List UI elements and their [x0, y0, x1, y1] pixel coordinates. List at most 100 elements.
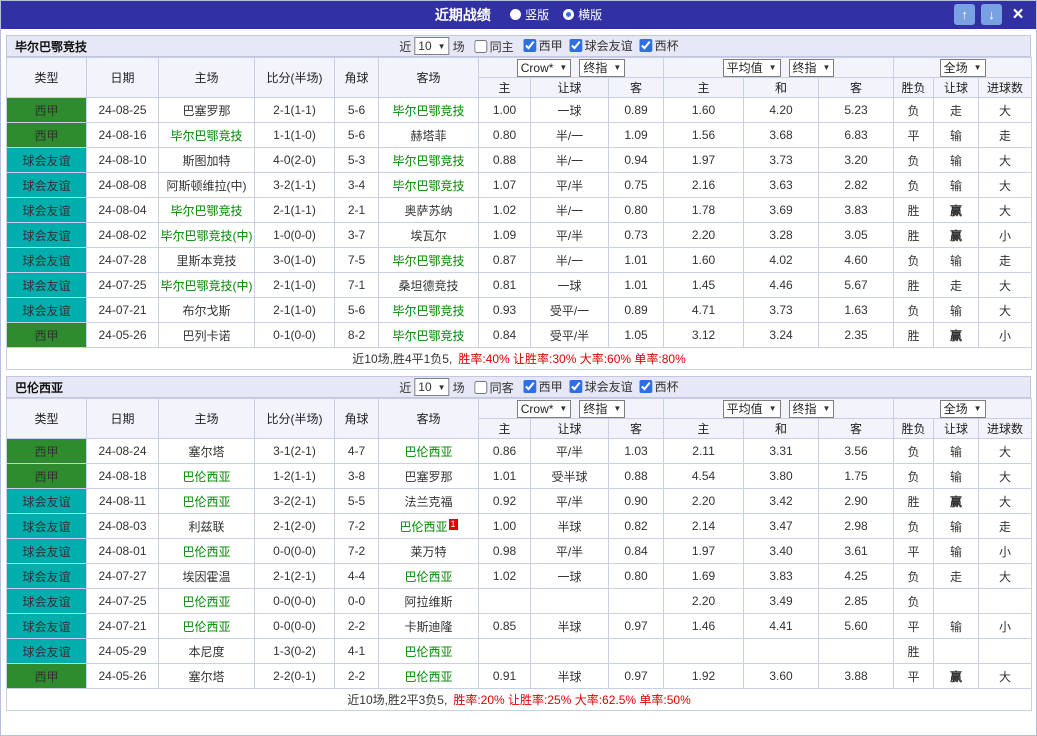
team-name-link[interactable]: 毕尔巴鄂竞技 [392, 104, 464, 118]
view-option[interactable]: 横版 [563, 6, 602, 23]
avg-draw-cell: 3.24 [743, 322, 820, 348]
checkbox-input[interactable] [569, 380, 583, 393]
result-cell: 平 [893, 538, 935, 564]
team-name-link[interactable]: 利兹联 [188, 520, 224, 534]
team-name-link[interactable]: 赫塔菲 [410, 129, 446, 143]
goals-result-cell: 大 [978, 97, 1033, 123]
same-venue-checkbox[interactable]: 同客 [474, 379, 514, 396]
league-filter-group: 西甲 球会友谊 西杯 [517, 378, 679, 396]
date-cell: 24-07-28 [86, 247, 159, 273]
team-name-link[interactable]: 巴塞罗那 [404, 470, 452, 484]
match-count-select[interactable]: 10 ▼ [414, 37, 450, 55]
team-name-link[interactable]: 本尼度 [188, 645, 224, 659]
team-name-link[interactable]: 巴伦西亚 [404, 645, 452, 659]
team-name-link[interactable]: 奥萨苏纳 [404, 204, 452, 218]
checkbox-input[interactable] [639, 39, 653, 52]
checkbox-input[interactable] [474, 39, 488, 53]
move-down-button[interactable]: ↓ [981, 4, 1002, 25]
checkbox-input[interactable] [639, 380, 653, 393]
team-name-link[interactable]: 巴伦西亚 [404, 570, 452, 584]
team-name-link[interactable]: 巴伦西亚 [399, 520, 447, 534]
odds-away-cell [607, 588, 665, 614]
team-name-link[interactable]: 斯图加特 [182, 154, 230, 168]
odds-home-cell: 0.84 [478, 322, 531, 348]
odds-away-cell: 0.80 [607, 197, 665, 223]
avg-draw-cell: 3.68 [743, 122, 820, 148]
checkbox-input[interactable] [523, 380, 537, 393]
team-name-link[interactable]: 毕尔巴鄂竞技 [392, 154, 464, 168]
team-name-link[interactable]: 莱万特 [410, 545, 446, 559]
avg-home-cell: 2.20 [663, 488, 745, 514]
team-name-link[interactable]: 毕尔巴鄂竞技 [392, 329, 464, 343]
team-name-link[interactable]: 布尔戈斯 [182, 304, 230, 318]
goals-result-cell: 大 [978, 197, 1033, 223]
odds-source-select[interactable]: Crow* ▼ [516, 58, 572, 77]
checkbox-input[interactable] [523, 39, 537, 52]
team-name-link[interactable]: 巴伦西亚 [182, 545, 230, 559]
match-count-select[interactable]: 10 ▼ [414, 378, 450, 396]
avg-away-cell: 3.20 [818, 147, 895, 173]
checkbox-input[interactable] [569, 39, 583, 52]
average-final-select[interactable]: 终指 ▼ [788, 58, 835, 77]
league-filter-checkbox[interactable]: 西杯 [639, 378, 679, 395]
away-team-cell: 毕尔巴鄂竞技 [378, 297, 479, 323]
team-name-link[interactable]: 桑坦德竞技 [398, 279, 458, 293]
match-type-badge: 球会友谊 [6, 513, 87, 539]
league-filter-checkbox[interactable]: 西甲 [523, 37, 563, 54]
match-type-badge: 球会友谊 [6, 588, 87, 614]
match-type-badge: 球会友谊 [6, 222, 87, 248]
odds-final-select[interactable]: 终指 ▼ [579, 399, 626, 418]
team-name-link[interactable]: 巴伦西亚 [404, 670, 452, 684]
team-name-link[interactable]: 毕尔巴鄂竞技 [392, 179, 464, 193]
view-option[interactable]: 竖版 [510, 6, 549, 23]
column-header: 比分(半场) [254, 398, 335, 439]
team-name-link[interactable]: 毕尔巴鄂竞技(中) [161, 229, 253, 243]
team-name-link[interactable]: 埃因霍温 [182, 570, 230, 584]
odds-source-select[interactable]: Crow* ▼ [516, 399, 572, 418]
same-venue-checkbox[interactable]: 同主 [474, 38, 514, 55]
league-filter-checkbox[interactable]: 西甲 [523, 378, 563, 395]
corner-cell: 3-7 [334, 222, 379, 248]
team-name-link[interactable]: 毕尔巴鄂竞技 [392, 304, 464, 318]
away-team-cell: 法兰克福 [378, 488, 479, 514]
corner-cell: 2-2 [334, 613, 379, 639]
average-select[interactable]: 平均值 ▼ [722, 58, 781, 77]
team-name-link[interactable]: 法兰克福 [404, 495, 452, 509]
team-name-link[interactable]: 巴伦西亚 [182, 620, 230, 634]
team-name-link[interactable]: 毕尔巴鄂竞技(中) [161, 279, 253, 293]
average-select[interactable]: 平均值 ▼ [722, 399, 781, 418]
team-name-link[interactable]: 毕尔巴鄂竞技 [392, 254, 464, 268]
team-name-link[interactable]: 巴伦西亚 [182, 595, 230, 609]
section-header: 毕尔巴鄂竞技 近 10 ▼ 场 同主 西甲 球会友谊 西杯 [6, 35, 1031, 57]
scope-select[interactable]: 全场 ▼ [939, 58, 986, 77]
team-name-link[interactable]: 埃瓦尔 [410, 229, 446, 243]
checkbox-input[interactable] [474, 380, 488, 394]
odds-final-select[interactable]: 终指 ▼ [579, 58, 626, 77]
average-final-select[interactable]: 终指 ▼ [788, 399, 835, 418]
date-cell: 24-07-25 [86, 272, 159, 298]
scope-select[interactable]: 全场 ▼ [939, 399, 986, 418]
home-team-cell: 斯图加特 [158, 147, 255, 173]
team-name-link[interactable]: 巴伦西亚 [404, 445, 452, 459]
close-icon[interactable]: × [1008, 4, 1028, 25]
league-filter-checkbox[interactable]: 球会友谊 [569, 37, 633, 54]
team-name-link[interactable]: 阿斯顿维拉(中) [167, 179, 247, 193]
team-name-link[interactable]: 巴伦西亚 [182, 495, 230, 509]
team-name-link[interactable]: 巴伦西亚 [182, 470, 230, 484]
team-name-link[interactable]: 里斯本竞技 [176, 254, 236, 268]
avg-home-cell: 1.46 [663, 613, 745, 639]
team-name-link[interactable]: 塞尔塔 [188, 445, 224, 459]
score-cell: 0-0(0-0) [254, 538, 335, 564]
team-name-link[interactable]: 毕尔巴鄂竞技 [170, 129, 242, 143]
league-filter-checkbox[interactable]: 球会友谊 [569, 378, 633, 395]
league-filter-checkbox[interactable]: 西杯 [639, 37, 679, 54]
move-up-button[interactable]: ↑ [954, 4, 975, 25]
team-name-link[interactable]: 巴列卡诺 [182, 329, 230, 343]
home-team-cell: 毕尔巴鄂竞技(中) [158, 272, 255, 298]
team-name-link[interactable]: 毕尔巴鄂竞技 [170, 204, 242, 218]
match-row: 球会友谊 24-07-27 埃因霍温 2-1(2-1) 4-4 巴伦西亚 1.02 一球 0.8… [6, 563, 1033, 589]
team-name-link[interactable]: 阿拉维斯 [404, 595, 452, 609]
team-name-link[interactable]: 卡斯迪隆 [404, 620, 452, 634]
team-name-link[interactable]: 巴塞罗那 [182, 104, 230, 118]
team-name-link[interactable]: 塞尔塔 [188, 670, 224, 684]
